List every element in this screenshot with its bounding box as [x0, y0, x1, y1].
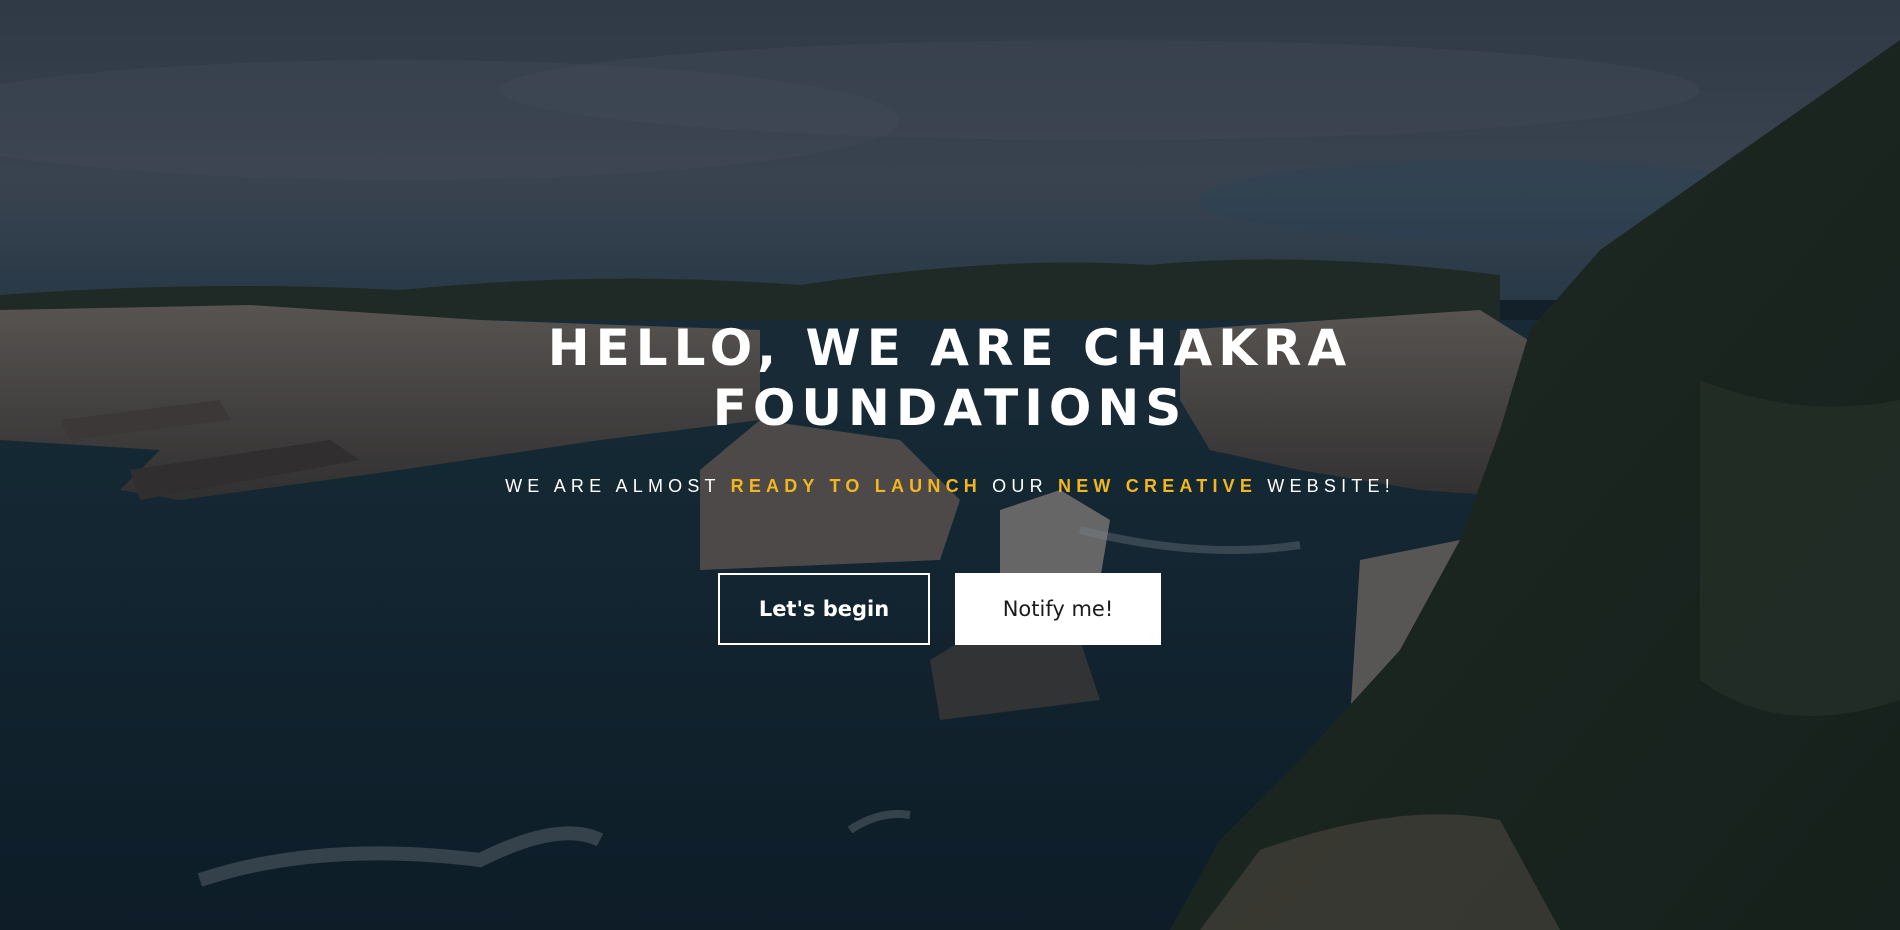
- hero-subtitle: WE ARE ALMOST READY TO LAUNCH OUR NEW CR…: [0, 476, 1900, 497]
- subtitle-text-2: OUR: [981, 476, 1058, 496]
- hero-title-line-2: FOUNDATIONS: [712, 379, 1188, 437]
- lets-begin-button[interactable]: Let's begin: [718, 573, 930, 645]
- hero-section: HELLO, WE ARE CHAKRA FOUNDATIONS WE ARE …: [0, 0, 1900, 930]
- notify-me-button[interactable]: Notify me!: [955, 573, 1161, 645]
- subtitle-text-3: WEBSITE!: [1257, 476, 1395, 496]
- subtitle-highlight-ready-to-launch: READY TO LAUNCH: [730, 476, 982, 496]
- hero-title-line-1: HELLO, WE ARE CHAKRA: [547, 319, 1353, 377]
- subtitle-text-1: WE ARE ALMOST: [505, 476, 731, 496]
- subtitle-highlight-new-creative: NEW CREATIVE: [1058, 476, 1258, 496]
- hero-content: HELLO, WE ARE CHAKRA FOUNDATIONS WE ARE …: [0, 0, 1900, 930]
- hero-title: HELLO, WE ARE CHAKRA FOUNDATIONS: [0, 318, 1900, 438]
